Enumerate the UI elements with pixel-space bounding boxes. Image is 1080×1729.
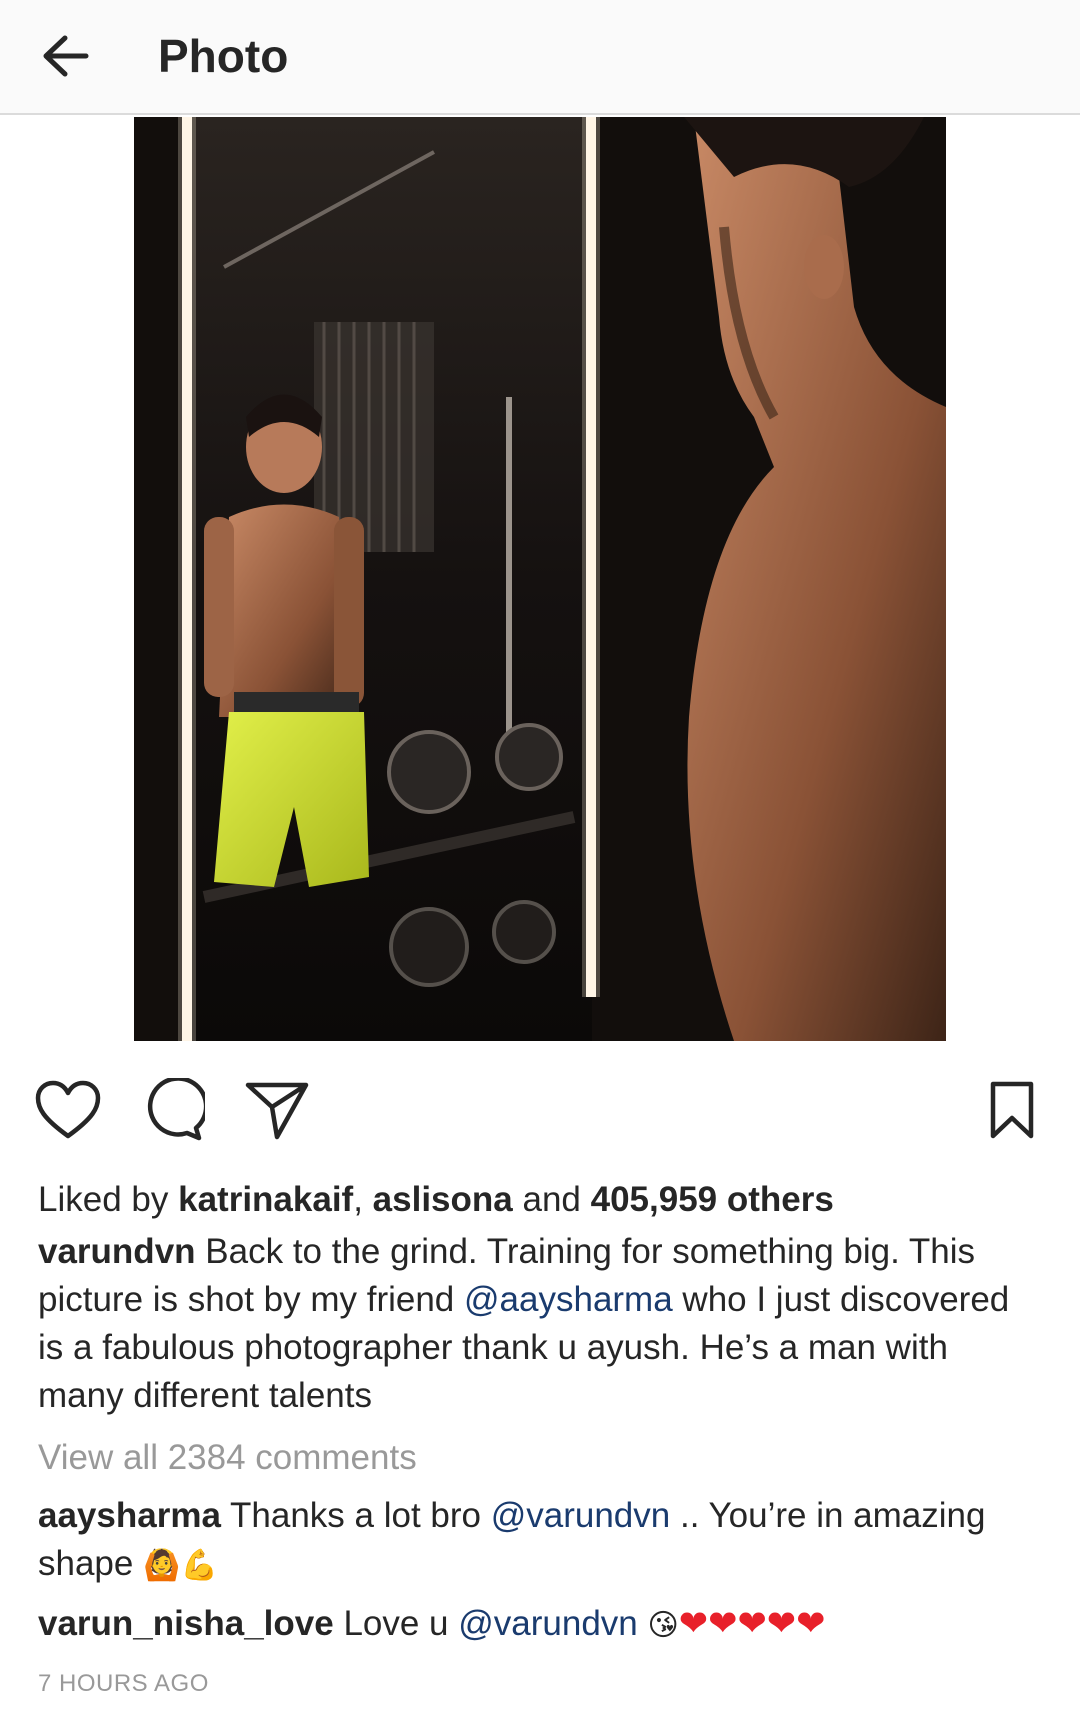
likes-and: and [522, 1180, 581, 1219]
likes-prefix: Liked by [38, 1180, 169, 1219]
likes-count[interactable]: 405,959 others [591, 1180, 834, 1219]
comment-item: aaysharma Thanks a lot bro @varundvn .. … [38, 1492, 1042, 1590]
comment-text: Love u [343, 1604, 449, 1643]
view-all-comments-link[interactable]: View all 2384 comments [38, 1434, 1042, 1482]
post-actions [0, 1042, 1080, 1172]
comment-emoji: 😘 [647, 1608, 679, 1643]
comment-text: Thanks a lot bro [230, 1496, 481, 1535]
likes-separator: , [353, 1180, 363, 1219]
caption-author[interactable]: varundvn [38, 1232, 196, 1271]
top-bar: Photo [0, 0, 1080, 115]
comment-author[interactable]: aaysharma [38, 1496, 221, 1535]
arrow-left-icon[interactable] [30, 26, 100, 86]
post-media [0, 115, 1080, 1042]
comment-bubble-icon[interactable] [137, 1074, 209, 1146]
comment-mention[interactable]: @varundvn [491, 1496, 671, 1535]
liker-username[interactable]: aslisona [373, 1180, 513, 1219]
paper-plane-icon[interactable] [241, 1074, 313, 1146]
comment-emoji: 🙆💪 [143, 1548, 218, 1583]
heart-emojis: ❤❤❤❤❤ [678, 1604, 826, 1644]
caption-mention[interactable]: @aaysharma [464, 1280, 673, 1319]
likes-summary: Liked by katrinakaif, aslisona and 405,9… [38, 1176, 1042, 1224]
comment-mention[interactable]: @varundvn [458, 1604, 638, 1643]
post-caption: varundvn Back to the grind. Training for… [38, 1228, 1042, 1420]
bookmark-icon[interactable] [976, 1074, 1048, 1146]
comment-author[interactable]: varun_nisha_love [38, 1604, 334, 1643]
post-photo[interactable] [134, 117, 946, 1041]
post-details: Liked by katrinakaif, aslisona and 405,9… [0, 1176, 1080, 1708]
heart-outline-icon[interactable] [32, 1074, 104, 1146]
comment-item: varun_nisha_love Love u @varundvn 😘❤❤❤❤❤ [38, 1600, 1042, 1650]
liker-username[interactable]: katrinakaif [178, 1180, 353, 1219]
page-title: Photo [158, 30, 289, 82]
post-timestamp: 7 HOURS AGO [38, 1670, 209, 1697]
